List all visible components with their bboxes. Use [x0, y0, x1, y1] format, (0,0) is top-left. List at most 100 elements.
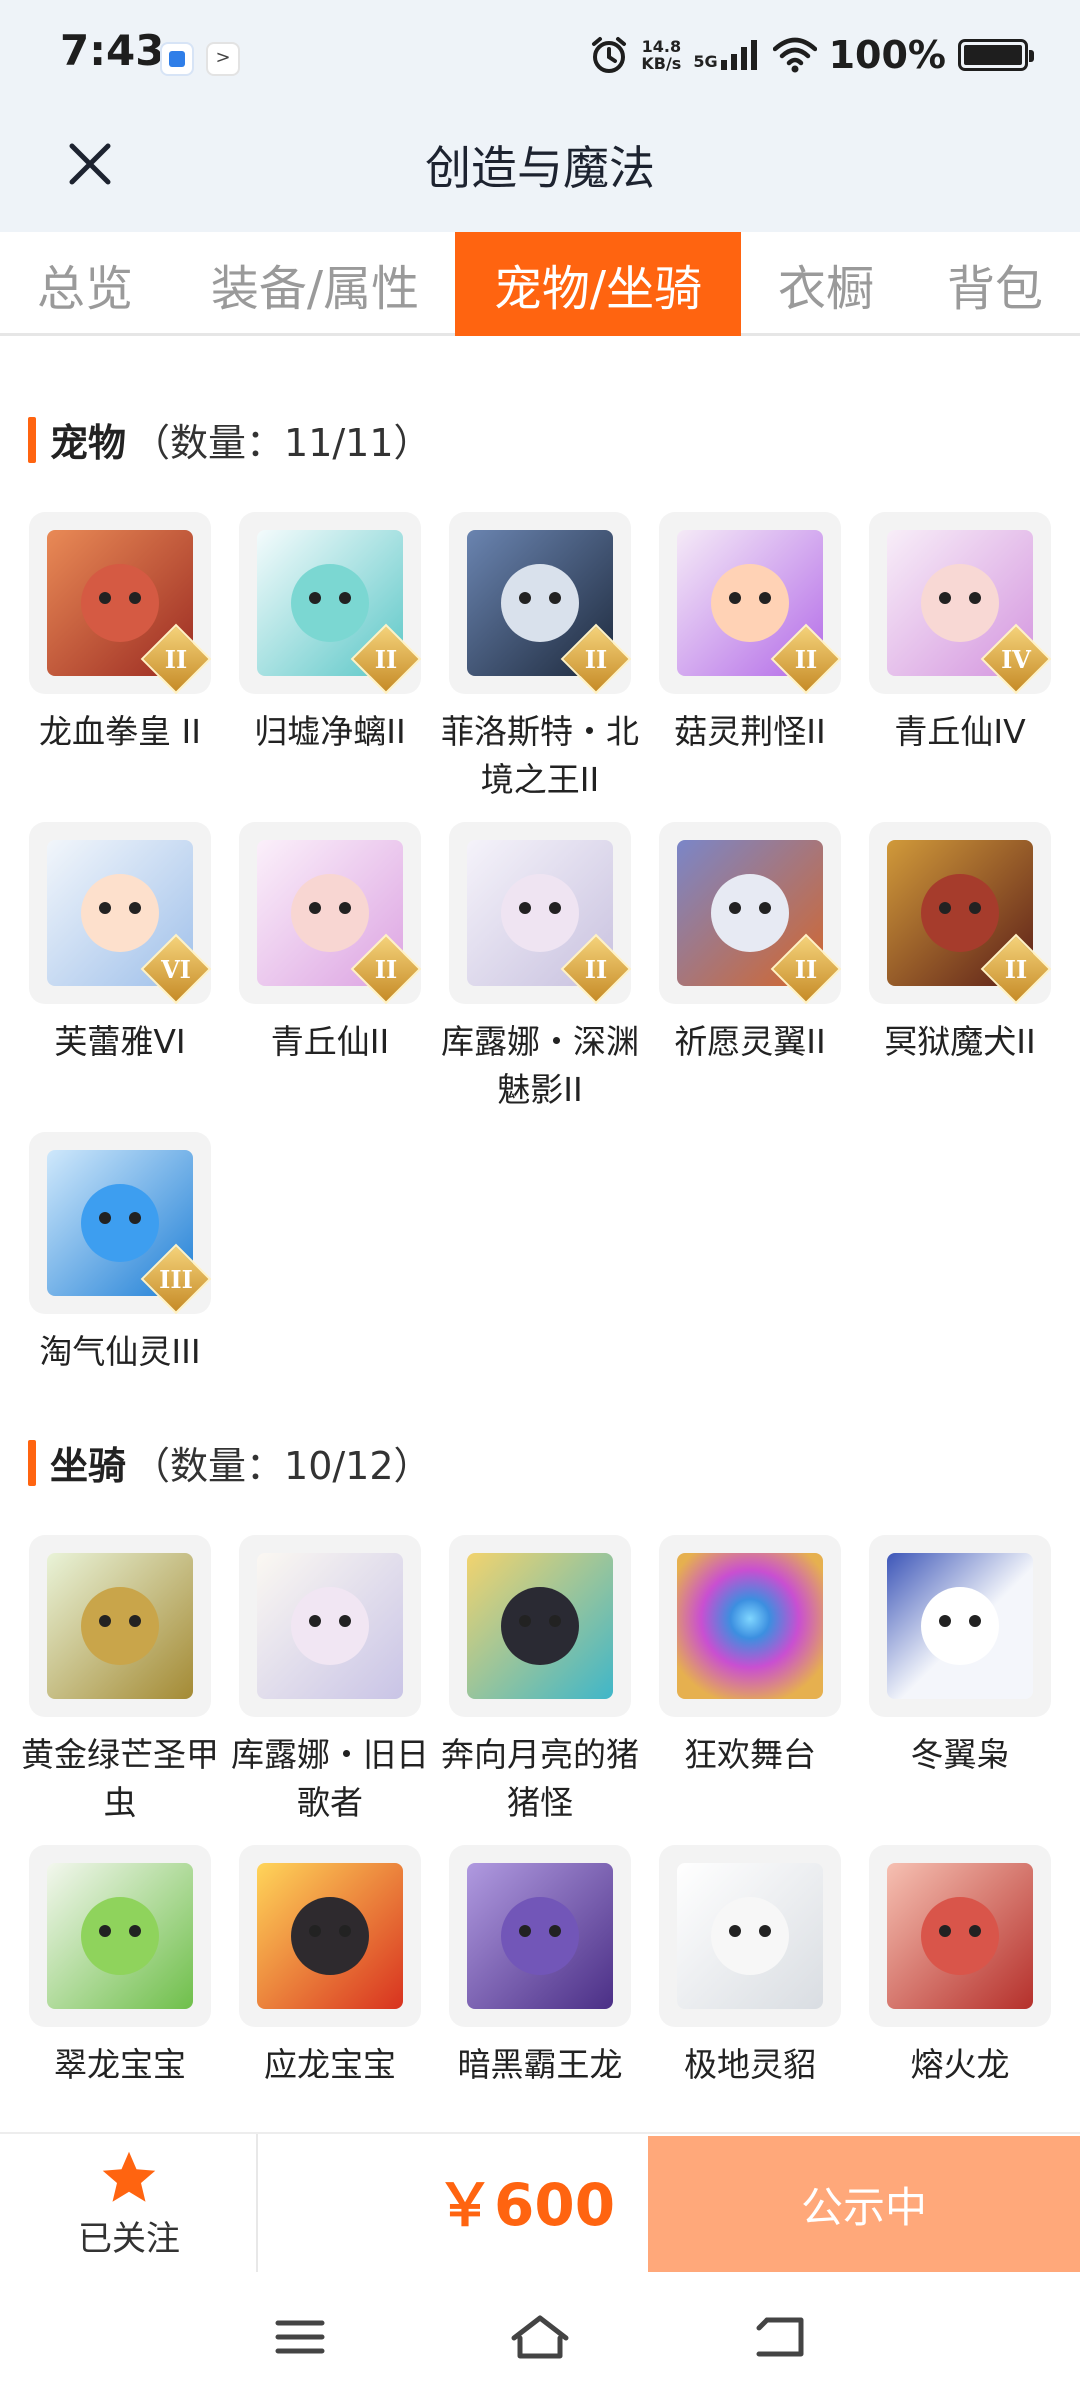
system-nav-bar: [0, 2272, 1080, 2400]
section-accent-bar: [28, 416, 36, 463]
mount-name: 冬翼枭: [910, 1735, 1010, 1774]
pet-thumbnail: VI: [29, 822, 211, 1004]
back-icon: [756, 2317, 804, 2357]
divider: [256, 2134, 258, 2274]
pet-item[interactable]: III 淘气仙灵III: [15, 1132, 225, 1376]
pet-item[interactable]: II 青丘仙II: [225, 822, 435, 1066]
calendar-app-icon: [160, 42, 194, 76]
pet-item[interactable]: VI 芙蕾雅VI: [15, 822, 225, 1066]
wifi-icon: [772, 37, 817, 73]
mount-thumbnail: [449, 1845, 631, 2027]
mount-item[interactable]: 极地灵貂: [645, 1845, 855, 2089]
mount-item[interactable]: 翠龙宝宝: [15, 1845, 225, 2089]
tab-overview[interactable]: 总览: [0, 232, 170, 336]
mount-thumbnail: [449, 1535, 631, 1717]
net-speed-value: 14.8: [641, 37, 682, 56]
pet-item[interactable]: II 库露娜・深渊魅影II: [435, 822, 645, 1114]
cell-signal: 5G: [693, 40, 760, 70]
mount-item[interactable]: 应龙宝宝: [225, 1845, 435, 2089]
section-accent-bar: [28, 1439, 36, 1486]
mount-name: 黄金绿芒圣甲虫: [21, 1735, 219, 1822]
mount-item[interactable]: 熔火龙: [855, 1845, 1065, 2089]
follow-button[interactable]: 已关注: [40, 2144, 218, 2264]
pet-name: 青丘仙IV: [894, 712, 1026, 751]
pet-thumbnail: II: [449, 512, 631, 694]
pet-thumbnail: II: [659, 822, 841, 1004]
pet-name: 菲洛斯特・北境之王II: [441, 712, 639, 799]
pet-item[interactable]: IV 青丘仙IV: [855, 512, 1065, 756]
pet-thumbnail: II: [239, 512, 421, 694]
pet-item[interactable]: II 菇灵荆怪II: [645, 512, 855, 756]
alarm-icon: [592, 37, 627, 73]
network-type: 5G: [693, 52, 718, 71]
mount-image: [257, 1553, 403, 1699]
mount-thumbnail: [239, 1845, 421, 2027]
pet-thumbnail: III: [29, 1132, 211, 1314]
pet-name: 冥狱魔犬II: [884, 1022, 1036, 1061]
mount-name: 极地灵貂: [684, 2045, 816, 2084]
pet-item[interactable]: II 菲洛斯特・北境之王II: [435, 512, 645, 804]
pet-name: 库露娜・深渊魅影II: [441, 1022, 639, 1109]
mount-image: [47, 1553, 193, 1699]
nav-home-button[interactable]: [500, 2302, 580, 2372]
pet-thumbnail: II: [29, 512, 211, 694]
mount-name: 暗黑霸王龙: [457, 2045, 623, 2084]
tab-equipment-attributes[interactable]: 装备/属性: [190, 232, 440, 336]
tab-wardrobe[interactable]: 衣橱: [748, 232, 904, 336]
tab-pets-mounts[interactable]: 宠物/坐骑: [455, 232, 741, 336]
pet-item[interactable]: II 归墟净螭II: [225, 512, 435, 756]
header: 创造与魔法: [0, 110, 1080, 232]
mount-image: [47, 1863, 193, 2009]
mounts-section-count: （数量：10/12）: [132, 1444, 432, 1488]
pet-name: 淘气仙灵III: [39, 1332, 201, 1371]
home-icon: [511, 2315, 569, 2359]
nav-menu-button[interactable]: [260, 2302, 340, 2372]
net-speed: 14.8 KB/s: [641, 38, 681, 72]
mount-thumbnail: [659, 1535, 841, 1717]
pet-name: 芙蕾雅VI: [54, 1022, 186, 1061]
mount-name: 狂欢舞台: [684, 1735, 816, 1774]
pet-item[interactable]: II 冥狱魔犬II: [855, 822, 1065, 1066]
pet-thumbnail: II: [659, 512, 841, 694]
terminal-app-icon: >: [206, 42, 240, 76]
mount-thumbnail: [869, 1845, 1051, 2027]
pet-name: 菇灵荆怪II: [674, 712, 826, 751]
tab-backpack[interactable]: 背包: [920, 232, 1070, 336]
pets-section-name: 宠物: [50, 421, 127, 465]
menu-icon: [275, 2320, 325, 2354]
signal-bars-icon: [720, 40, 757, 70]
pet-name: 祈愿灵翼II: [674, 1022, 826, 1061]
price: ￥600: [436, 2171, 616, 2239]
mount-item[interactable]: 狂欢舞台: [645, 1535, 855, 1779]
status-time: 7:43: [60, 26, 165, 75]
pet-name: 龙血拳皇 II: [39, 712, 201, 751]
status-bar: 7:43 > 14.8 KB/s 5G 100%: [0, 0, 1080, 110]
status-right: 14.8 KB/s 5G 100%: [589, 30, 1034, 80]
mount-thumbnail: [29, 1535, 211, 1717]
star-icon: [102, 2151, 156, 2202]
mount-thumbnail: [659, 1845, 841, 2027]
pet-thumbnail: II: [449, 822, 631, 1004]
top-area: 7:43 > 14.8 KB/s 5G 100% 创造与魔法: [0, 0, 1080, 232]
mount-item[interactable]: 冬翼枭: [855, 1535, 1065, 1779]
mount-thumbnail: [29, 1845, 211, 2027]
battery-percent: 100%: [828, 33, 946, 77]
mount-item[interactable]: 暗黑霸王龙: [435, 1845, 645, 2089]
tab-bar: 总览 装备/属性 宠物/坐骑 衣橱 背包: [0, 232, 1080, 336]
bottom-action-bar: 已关注 ￥600 公示中: [0, 2132, 1080, 2274]
mount-image: [467, 1553, 613, 1699]
mount-name: 熔火龙: [910, 2045, 1010, 2084]
mount-item[interactable]: 库露娜・旧日歌者: [225, 1535, 435, 1827]
pet-item[interactable]: II 龙血拳皇 II: [15, 512, 225, 756]
mount-item[interactable]: 奔向月亮的猪猪怪: [435, 1535, 645, 1827]
battery-icon: [958, 39, 1034, 71]
mount-thumbnail: [239, 1535, 421, 1717]
pet-item[interactable]: II 祈愿灵翼II: [645, 822, 855, 1066]
mount-image: [887, 1863, 1033, 2009]
publicity-status-button[interactable]: 公示中: [648, 2136, 1080, 2272]
mount-item[interactable]: 黄金绿芒圣甲虫: [15, 1535, 225, 1827]
nav-back-button[interactable]: [740, 2302, 820, 2372]
page-title: 创造与魔法: [425, 141, 655, 195]
pet-name: 青丘仙II: [270, 1022, 390, 1061]
pets-section-count: （数量：11/11）: [132, 421, 432, 465]
